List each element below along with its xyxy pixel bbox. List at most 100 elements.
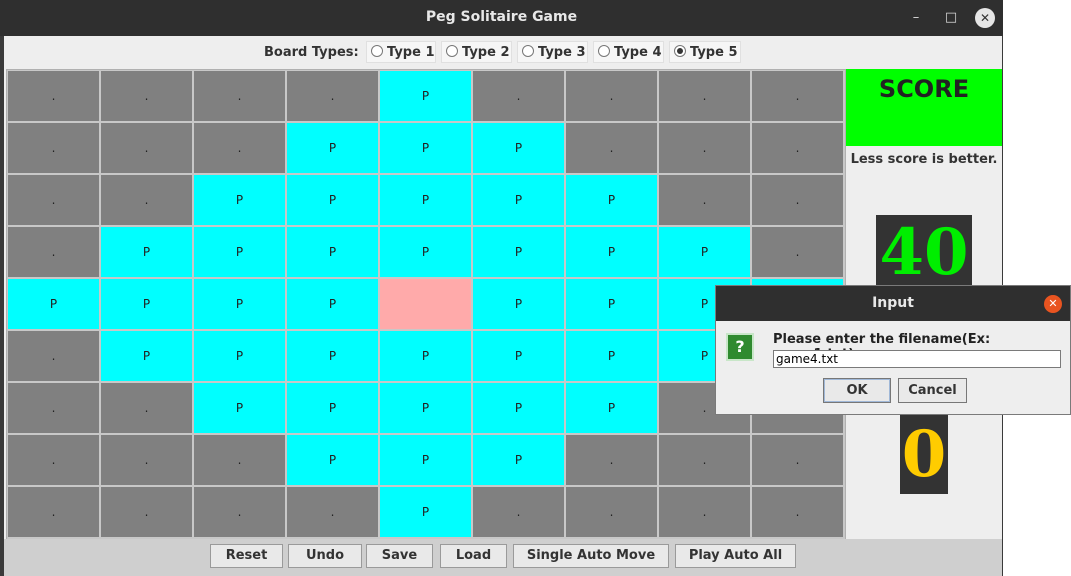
secondary-counter: 0	[900, 415, 948, 494]
invalid-cell[interactable]: .	[8, 487, 99, 537]
invalid-cell[interactable]: .	[287, 71, 378, 121]
peg-cell[interactable]: P	[380, 487, 471, 537]
peg-cell[interactable]: P	[566, 279, 657, 329]
invalid-cell[interactable]: .	[287, 487, 378, 537]
peg-cell[interactable]: P	[473, 175, 564, 225]
invalid-cell[interactable]: .	[101, 123, 192, 173]
invalid-cell[interactable]: .	[194, 71, 285, 121]
invalid-cell[interactable]: .	[752, 487, 843, 537]
invalid-cell[interactable]: .	[566, 123, 657, 173]
peg-cell[interactable]: P	[473, 227, 564, 277]
invalid-cell[interactable]: .	[8, 123, 99, 173]
invalid-cell[interactable]: .	[8, 383, 99, 433]
peg-cell[interactable]: P	[194, 175, 285, 225]
invalid-cell[interactable]: .	[752, 435, 843, 485]
invalid-cell[interactable]: .	[194, 123, 285, 173]
peg-cell[interactable]: P	[380, 331, 471, 381]
peg-cell[interactable]: P	[566, 175, 657, 225]
peg-cell[interactable]: P	[473, 279, 564, 329]
peg-cell[interactable]: P	[287, 383, 378, 433]
peg-cell[interactable]: P	[194, 331, 285, 381]
invalid-cell[interactable]: .	[659, 435, 750, 485]
title-bar: Peg Solitaire Game – □ ✕	[0, 0, 1003, 36]
peg-cell[interactable]: P	[287, 123, 378, 173]
invalid-cell[interactable]: .	[752, 175, 843, 225]
peg-cell[interactable]: P	[473, 435, 564, 485]
invalid-cell[interactable]: .	[473, 71, 564, 121]
invalid-cell[interactable]: .	[101, 383, 192, 433]
invalid-cell[interactable]: .	[101, 175, 192, 225]
input-dialog: Input ✕ ? Please enter the filename(Ex: …	[715, 285, 1071, 415]
minimize-button[interactable]: –	[906, 8, 926, 28]
invalid-cell[interactable]: .	[473, 487, 564, 537]
peg-cell[interactable]: P	[194, 227, 285, 277]
invalid-cell[interactable]: .	[8, 331, 99, 381]
peg-cell[interactable]: P	[194, 383, 285, 433]
reset-button[interactable]: Reset	[210, 544, 283, 568]
peg-cell[interactable]: P	[287, 279, 378, 329]
score-header: SCORE	[846, 69, 1002, 146]
filename-input[interactable]	[773, 350, 1061, 368]
single-auto-move-button[interactable]: Single Auto Move	[513, 544, 669, 568]
invalid-cell[interactable]: .	[194, 435, 285, 485]
peg-cell[interactable]: P	[8, 279, 99, 329]
invalid-cell[interactable]: .	[8, 175, 99, 225]
maximize-button[interactable]: □	[941, 8, 961, 28]
peg-cell[interactable]: P	[287, 227, 378, 277]
peg-cell[interactable]: P	[380, 435, 471, 485]
peg-cell[interactable]: P	[566, 331, 657, 381]
board-type-5-radio[interactable]: Type 5	[669, 41, 741, 63]
invalid-cell[interactable]: .	[659, 175, 750, 225]
invalid-cell[interactable]: .	[566, 435, 657, 485]
peg-cell[interactable]: P	[473, 383, 564, 433]
peg-cell[interactable]: P	[380, 383, 471, 433]
invalid-cell[interactable]: .	[8, 71, 99, 121]
undo-button[interactable]: Undo	[288, 544, 362, 568]
peg-cell[interactable]: P	[101, 331, 192, 381]
peg-cell[interactable]: P	[287, 435, 378, 485]
invalid-cell[interactable]: .	[752, 123, 843, 173]
ok-button[interactable]: OK	[823, 378, 891, 403]
dialog-close-button[interactable]: ✕	[1044, 295, 1062, 313]
peg-cell[interactable]: P	[380, 227, 471, 277]
invalid-cell[interactable]: .	[659, 123, 750, 173]
peg-cell[interactable]: P	[287, 331, 378, 381]
invalid-cell[interactable]: .	[566, 487, 657, 537]
invalid-cell[interactable]: .	[101, 487, 192, 537]
peg-cell[interactable]: P	[659, 227, 750, 277]
board-type-2-radio[interactable]: Type 2	[441, 41, 512, 63]
empty-hole-cell[interactable]	[380, 279, 471, 329]
cancel-button[interactable]: Cancel	[898, 378, 967, 403]
peg-cell[interactable]: P	[380, 71, 471, 121]
peg-cell[interactable]: P	[380, 123, 471, 173]
peg-cell[interactable]: P	[287, 175, 378, 225]
peg-cell[interactable]: P	[473, 123, 564, 173]
invalid-cell[interactable]: .	[752, 71, 843, 121]
board-types-bar: Board Types: Type 1 Type 2 Type 3 Type 4…	[4, 36, 1002, 68]
invalid-cell[interactable]: .	[659, 71, 750, 121]
board-type-3-radio[interactable]: Type 3	[517, 41, 588, 63]
peg-cell[interactable]: P	[473, 331, 564, 381]
invalid-cell[interactable]: .	[194, 487, 285, 537]
invalid-cell[interactable]: .	[659, 487, 750, 537]
invalid-cell[interactable]: .	[752, 227, 843, 277]
invalid-cell[interactable]: .	[101, 435, 192, 485]
close-button[interactable]: ✕	[975, 8, 995, 28]
invalid-cell[interactable]: .	[566, 71, 657, 121]
peg-cell[interactable]: P	[566, 383, 657, 433]
invalid-cell[interactable]: .	[8, 227, 99, 277]
peg-cell[interactable]: P	[380, 175, 471, 225]
peg-cell[interactable]: P	[194, 279, 285, 329]
peg-cell[interactable]: P	[566, 227, 657, 277]
peg-cell[interactable]: P	[101, 279, 192, 329]
play-auto-all-button[interactable]: Play Auto All	[675, 544, 796, 568]
peg-cell[interactable]: P	[101, 227, 192, 277]
score-value: 40	[876, 215, 972, 291]
save-button[interactable]: Save	[366, 544, 433, 568]
dialog-title: Input	[872, 295, 914, 311]
invalid-cell[interactable]: .	[8, 435, 99, 485]
load-button[interactable]: Load	[440, 544, 507, 568]
board-type-4-radio[interactable]: Type 4	[593, 41, 664, 63]
invalid-cell[interactable]: .	[101, 71, 192, 121]
board-type-1-radio[interactable]: Type 1	[366, 41, 436, 63]
